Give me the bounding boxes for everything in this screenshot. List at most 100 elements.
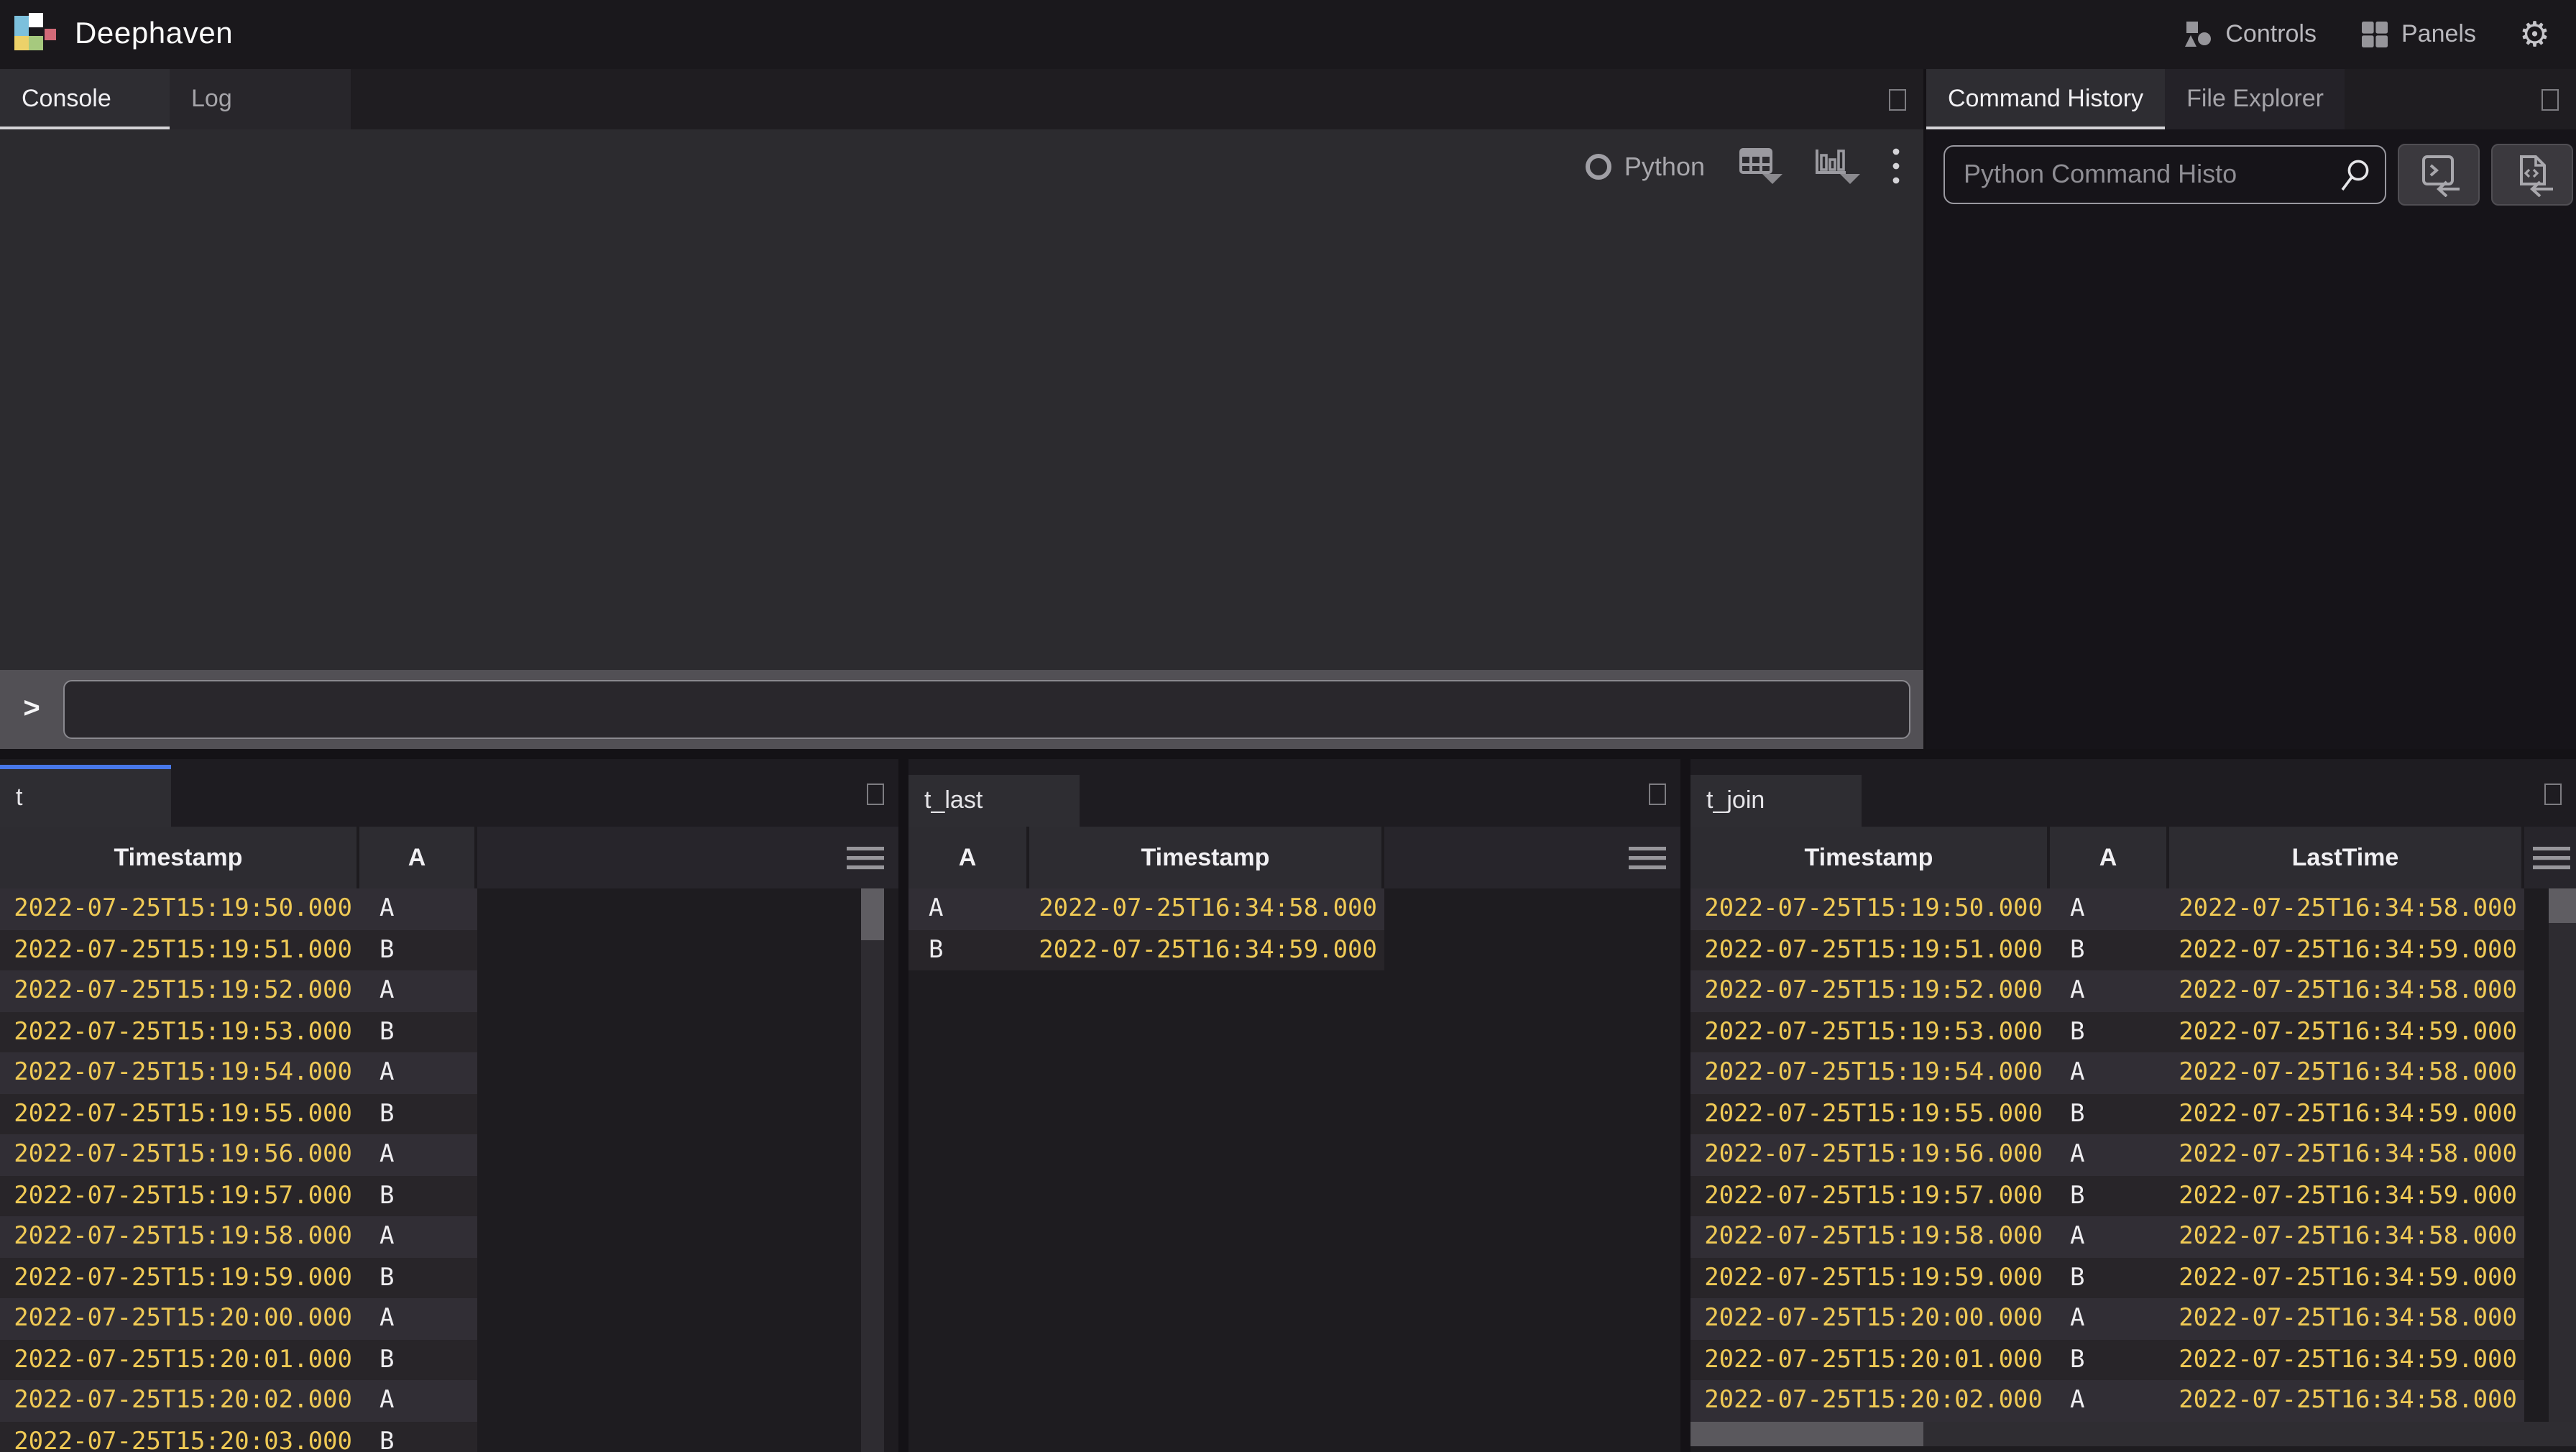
send-to-notebook-button[interactable] bbox=[2491, 144, 2573, 206]
column-header[interactable]: A bbox=[359, 827, 477, 888]
tab-file-explorer[interactable]: File Explorer bbox=[2165, 69, 2345, 129]
table-cell: A bbox=[359, 970, 477, 1011]
console-controls: Python bbox=[1586, 147, 1900, 187]
table-row[interactable]: 2022-07-25T15:19:53.000B bbox=[0, 1011, 477, 1052]
table-row[interactable]: 2022-07-25T15:19:50.000A2022-07-25T16:34… bbox=[1690, 888, 2524, 929]
table-cell: 2022-07-25T15:19:55.000 bbox=[0, 1093, 359, 1134]
kebab-menu-icon[interactable] bbox=[1892, 147, 1900, 187]
table-row[interactable]: 2022-07-25T15:20:01.000B bbox=[0, 1339, 477, 1380]
table-row[interactable]: 2022-07-25T15:20:03.000B bbox=[0, 1421, 477, 1452]
table-row[interactable]: 2022-07-25T15:19:54.000A2022-07-25T16:34… bbox=[1690, 1052, 2524, 1093]
panels-menu-button[interactable]: Panels bbox=[2360, 20, 2476, 49]
table-row[interactable]: 2022-07-25T15:19:55.000B2022-07-25T16:34… bbox=[1690, 1093, 2524, 1134]
t-last-tabstrip: t_last bbox=[908, 759, 1680, 827]
chevron-down-icon bbox=[1840, 174, 1860, 184]
console-input[interactable] bbox=[63, 680, 1910, 739]
chart-commands-button[interactable] bbox=[1814, 148, 1857, 185]
t-tabstrip: t bbox=[0, 759, 898, 827]
maximize-icon[interactable] bbox=[1649, 784, 1666, 805]
send-to-console-button[interactable] bbox=[2398, 144, 2480, 206]
column-header[interactable]: Timestamp bbox=[1690, 827, 2050, 888]
hamburger-icon[interactable] bbox=[847, 846, 884, 869]
table-cell: 2022-07-25T15:19:53.000 bbox=[1690, 1011, 2050, 1052]
table-row[interactable]: 2022-07-25T15:19:58.000A bbox=[0, 1216, 477, 1257]
t-last-header: ATimestamp bbox=[908, 827, 1680, 888]
table-row[interactable]: 2022-07-25T15:20:00.000A bbox=[0, 1298, 477, 1339]
dock-divider[interactable] bbox=[0, 749, 2576, 759]
column-header[interactable]: A bbox=[2050, 827, 2169, 888]
table-cell: A bbox=[2050, 1134, 2169, 1175]
tab-t-join[interactable]: t_join bbox=[1690, 775, 1862, 827]
table-row[interactable]: A2022-07-25T16:34:58.000 bbox=[908, 888, 1384, 929]
session-ring-icon bbox=[1586, 154, 1611, 180]
shapes-icon bbox=[2184, 20, 2212, 49]
table-row[interactable]: 2022-07-25T15:20:02.000A2022-07-25T16:34… bbox=[1690, 1380, 2524, 1421]
table-cell: 2022-07-25T15:19:50.000 bbox=[1690, 888, 2050, 929]
tab-console[interactable]: Console bbox=[0, 69, 170, 129]
table-cell: 2022-07-25T15:20:00.000 bbox=[0, 1298, 359, 1339]
tab-command-history[interactable]: Command History bbox=[1926, 69, 2165, 129]
hamburger-icon[interactable] bbox=[1629, 846, 1666, 869]
tab-t[interactable]: t bbox=[0, 765, 171, 827]
file-arrow-icon bbox=[2511, 153, 2554, 196]
table-row[interactable]: 2022-07-25T15:19:53.000B2022-07-25T16:34… bbox=[1690, 1011, 2524, 1052]
scrollbar-thumb[interactable] bbox=[2549, 888, 2576, 923]
column-header[interactable]: A bbox=[908, 827, 1029, 888]
panels-label: Panels bbox=[2401, 20, 2476, 49]
t-join-vertical-scrollbar[interactable] bbox=[2549, 888, 2576, 1422]
table-cell: 2022-07-25T15:20:01.000 bbox=[0, 1339, 359, 1380]
table-row[interactable]: 2022-07-25T15:19:51.000B2022-07-25T16:34… bbox=[1690, 929, 2524, 970]
table-row[interactable]: 2022-07-25T15:19:50.000A bbox=[0, 888, 477, 929]
maximize-icon[interactable] bbox=[2542, 88, 2559, 110]
t-join-grid[interactable]: 2022-07-25T15:19:50.000 A 2022-07-25T16:34… bbox=[1690, 888, 2576, 1452]
column-header[interactable]: Timestamp bbox=[1029, 827, 1384, 888]
table-cell: 2022-07-25T16:34:59.000 bbox=[2169, 1339, 2524, 1380]
table-row[interactable]: 2022-07-25T15:19:58.000A2022-07-25T16:34… bbox=[1690, 1216, 2524, 1257]
table-row[interactable]: 2022-07-25T15:19:51.000B bbox=[0, 929, 477, 970]
tab-log[interactable]: Log bbox=[170, 69, 351, 129]
table-cell: 2022-07-25T15:20:02.000 bbox=[1690, 1380, 2050, 1421]
table-row[interactable]: 2022-07-25T15:19:59.000B bbox=[0, 1257, 477, 1298]
maximize-icon[interactable] bbox=[1889, 88, 1906, 110]
table-cell: A bbox=[359, 1052, 477, 1093]
table-row[interactable]: 2022-07-25T15:19:59.000B2022-07-25T16:34… bbox=[1690, 1257, 2524, 1298]
table-row[interactable]: 2022-07-25T15:19:57.000B2022-07-25T16:34… bbox=[1690, 1175, 2524, 1216]
console-output-area[interactable]: Python bbox=[0, 129, 1923, 670]
console-tabstrip: Console Log bbox=[0, 69, 1923, 129]
table-row[interactable]: 2022-07-25T15:19:55.000B bbox=[0, 1093, 477, 1134]
table-panel-t-join: t_join TimestampALastTime 2022-07-25T15:… bbox=[1690, 759, 2576, 1452]
t-header: TimestampA bbox=[0, 827, 898, 888]
t-join-horizontal-scrollbar[interactable] bbox=[1690, 1422, 2576, 1446]
table-row[interactable]: 2022-07-25T15:20:02.000A bbox=[0, 1380, 477, 1421]
t-vertical-scrollbar[interactable] bbox=[861, 888, 884, 1452]
panel-divider[interactable] bbox=[1680, 759, 1690, 1452]
controls-menu-button[interactable]: Controls bbox=[2184, 20, 2317, 49]
column-header[interactable]: Timestamp bbox=[0, 827, 359, 888]
table-cell: 2022-07-25T15:19:52.000 bbox=[1690, 970, 2050, 1011]
tab-t-last[interactable]: t_last bbox=[908, 775, 1080, 827]
table-commands-button[interactable] bbox=[1739, 148, 1782, 185]
table-row[interactable]: 2022-07-25T15:19:52.000A bbox=[0, 970, 477, 1011]
table-row[interactable]: 2022-07-25T15:19:56.000A bbox=[0, 1134, 477, 1175]
magnifier-icon bbox=[2337, 158, 2372, 194]
table-row[interactable]: 2022-07-25T15:20:00.000A2022-07-25T16:34… bbox=[1690, 1298, 2524, 1339]
table-row[interactable]: 2022-07-25T15:19:54.000A bbox=[0, 1052, 477, 1093]
table-rows: 2022-07-25T15:19:50.000 A 2022-07-25T16:34… bbox=[1690, 888, 2576, 1421]
table-row[interactable]: 2022-07-25T15:19:57.000B bbox=[0, 1175, 477, 1216]
history-search-input[interactable] bbox=[1945, 147, 2385, 203]
table-row[interactable]: 2022-07-25T15:20:01.000B2022-07-25T16:34… bbox=[1690, 1339, 2524, 1380]
t-grid[interactable]: 2022-07-25T15:19:50.000A2022-07-25T15:19… bbox=[0, 888, 898, 1452]
table-row[interactable]: 2022-07-25T15:19:52.000A2022-07-25T16:34… bbox=[1690, 970, 2524, 1011]
table-row[interactable]: B2022-07-25T16:34:59.000 bbox=[908, 929, 1384, 970]
t-last-grid[interactable]: A2022-07-25T16:34:58.000B2022-07-25T16:3… bbox=[908, 888, 1680, 1452]
scrollbar-thumb[interactable] bbox=[861, 888, 884, 940]
table-row[interactable]: 2022-07-25T15:19:56.000A2022-07-25T16:34… bbox=[1690, 1134, 2524, 1175]
scrollbar-thumb[interactable] bbox=[1690, 1422, 1923, 1446]
maximize-icon[interactable] bbox=[867, 784, 884, 805]
gear-icon[interactable]: ⚙ bbox=[2519, 17, 2550, 52]
table-cell: B bbox=[359, 1011, 477, 1052]
panel-divider[interactable] bbox=[898, 759, 908, 1452]
hamburger-icon[interactable] bbox=[2533, 846, 2570, 869]
column-header[interactable]: LastTime bbox=[2169, 827, 2524, 888]
maximize-icon[interactable] bbox=[2544, 784, 2562, 805]
